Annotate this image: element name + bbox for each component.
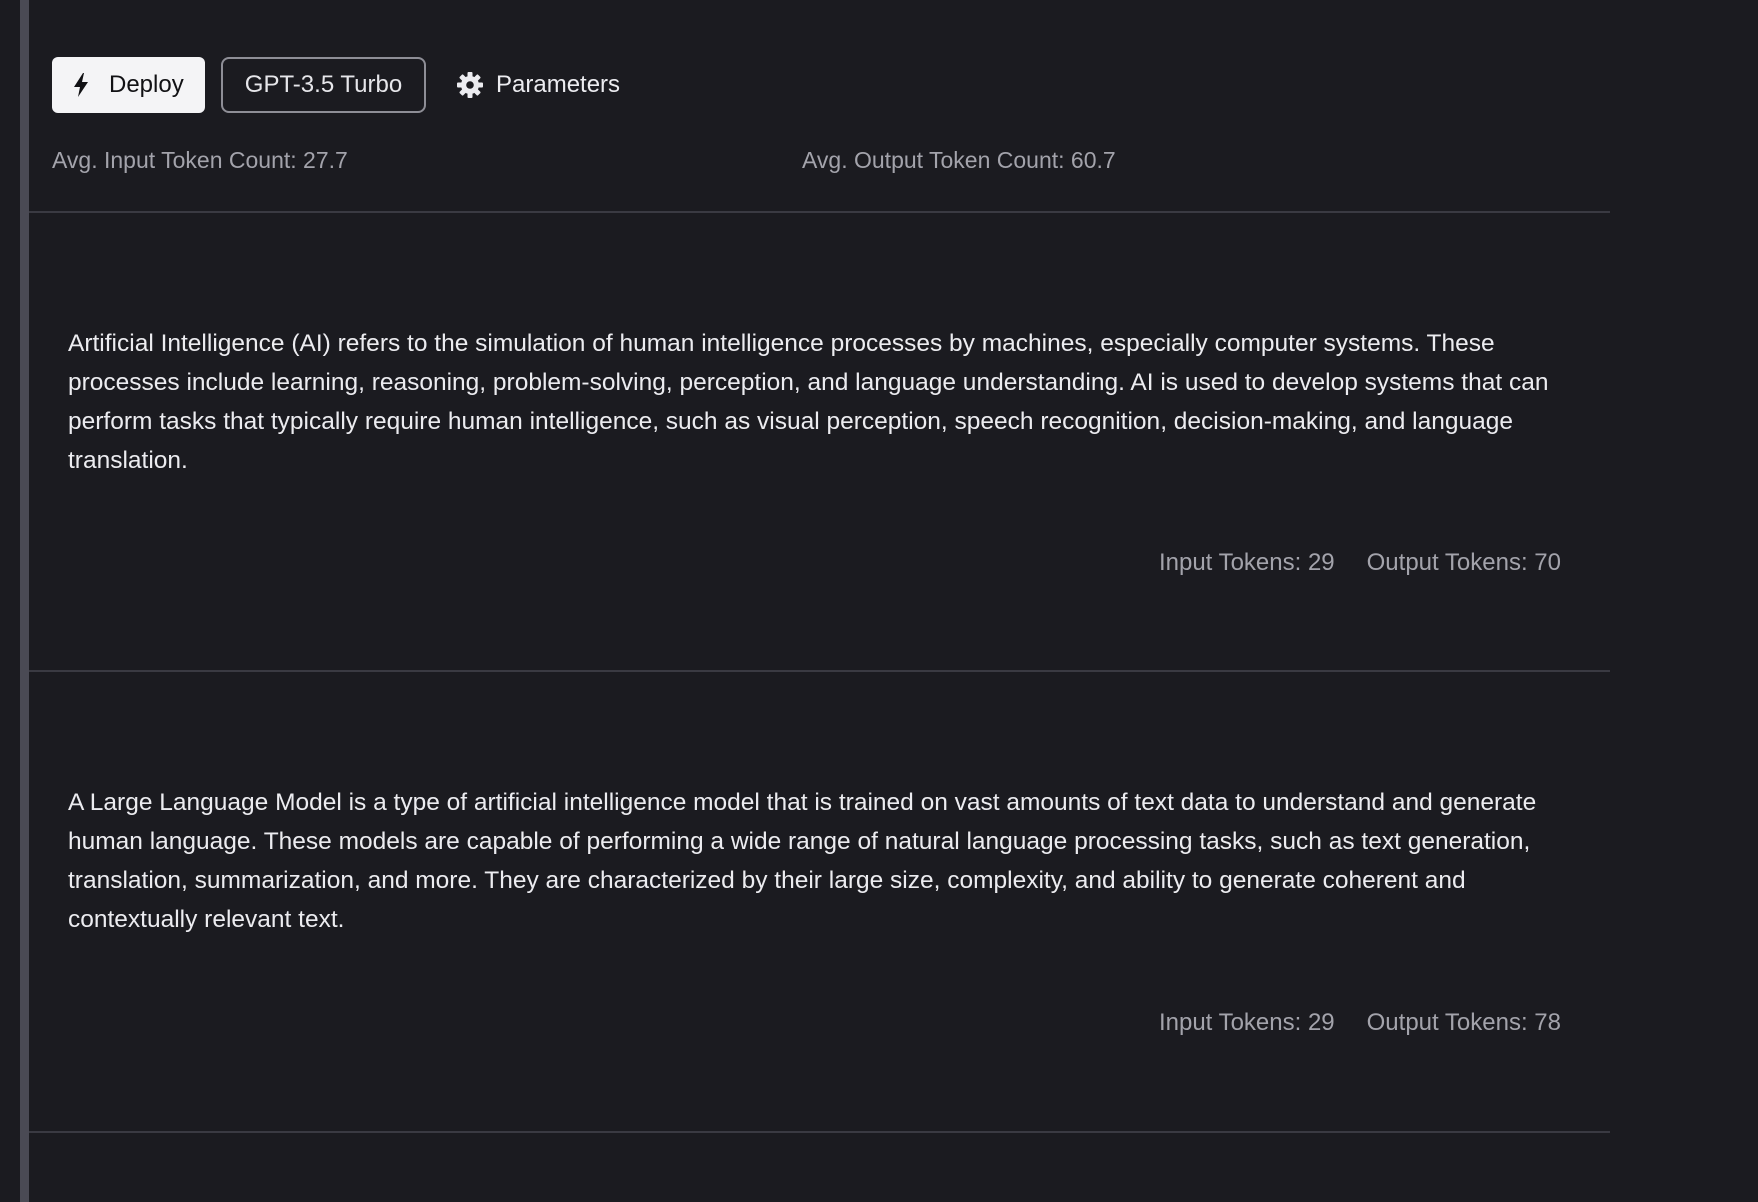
response-token-stats: Input Tokens: 29 Output Tokens: 70: [1159, 549, 1561, 577]
response-token-stats: Input Tokens: 29 Output Tokens: 78: [1159, 1009, 1561, 1037]
response-text: Artificial Intelligence (AI) refers to t…: [68, 330, 1549, 474]
lightning-bolt-icon: [70, 72, 92, 98]
divider: [29, 670, 1610, 672]
avg-input-token-count: Avg. Input Token Count: 27.7: [52, 147, 348, 173]
deploy-button-label: Deploy: [109, 71, 184, 98]
toolbar: Deploy GPT-3.5 Turbo Parameters: [52, 57, 620, 113]
response-text: A Large Language Model is a type of arti…: [68, 789, 1537, 933]
input-tokens-label: Input Tokens: 29: [1158, 549, 1335, 576]
left-panel-edge: [0, 0, 20, 1202]
avg-output-token-count: Avg. Output Token Count: 60.7: [802, 147, 1116, 173]
panel-resize-handle[interactable]: [20, 0, 29, 1202]
parameters-button-label: Parameters: [496, 71, 621, 98]
output-tokens-label: Output Tokens: 78: [1366, 1009, 1561, 1036]
model-selector-button[interactable]: GPT-3.5 Turbo: [221, 57, 426, 113]
output-tokens-label: Output Tokens: 70: [1366, 549, 1561, 576]
divider: [29, 1131, 1610, 1133]
parameters-button[interactable]: Parameters: [456, 57, 620, 113]
deploy-button[interactable]: Deploy: [52, 57, 205, 113]
gear-icon: [456, 71, 484, 99]
input-tokens-label: Input Tokens: 29: [1158, 1009, 1335, 1036]
model-selector-label: GPT-3.5 Turbo: [244, 71, 403, 98]
divider: [29, 211, 1610, 213]
